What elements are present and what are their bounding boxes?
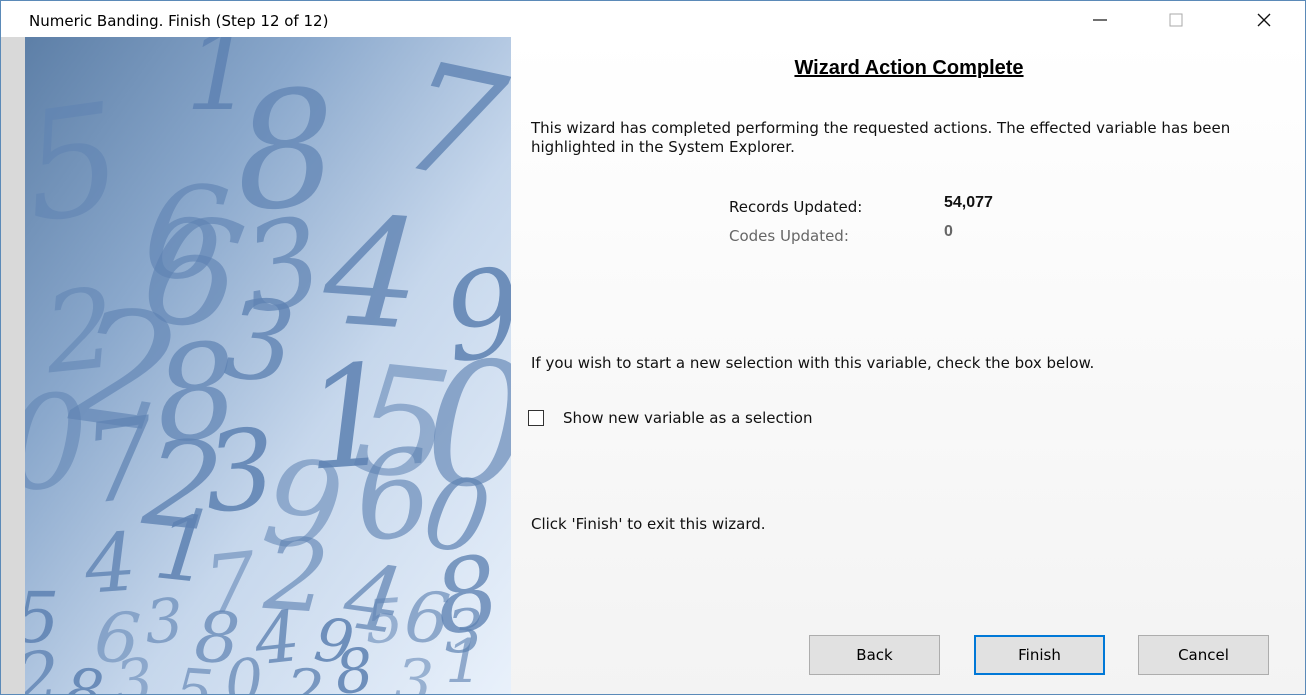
back-button[interactable]: Back	[809, 635, 940, 675]
page-title: Wizard Action Complete	[794, 57, 1024, 79]
completion-description: This wizard has completed performing the…	[531, 119, 1231, 156]
finish-button[interactable]: Finish	[974, 635, 1105, 675]
decorative-digit: 8	[331, 635, 377, 695]
maximize-icon	[1169, 13, 1183, 27]
title-bar[interactable]: Numeric Banding. Finish (Step 12 of 12)	[1, 1, 1305, 37]
selection-prompt: If you wish to start a new selection wit…	[531, 354, 1095, 372]
decorative-digit: 5	[25, 71, 133, 257]
show-selection-checkbox-label[interactable]: Show new variable as a selection	[563, 409, 812, 427]
wizard-window: Numeric Banding. Finish (Step 12 of 12) …	[0, 0, 1306, 695]
window-edge	[1, 37, 25, 694]
close-icon	[1257, 13, 1271, 27]
decorative-digit: 2	[281, 655, 327, 695]
decorative-digit: 0	[222, 645, 266, 695]
decorative-digit: 3	[220, 274, 300, 408]
wizard-content: Wizard Action Complete This wizard has c…	[511, 37, 1305, 694]
decorative-digit: 1	[445, 627, 484, 695]
finish-instruction: Click 'Finish' to exit this wizard.	[531, 515, 766, 533]
decorative-digit: 5	[172, 655, 216, 695]
numbers-banner-image: 5687126349028315072396041724856384956328…	[25, 37, 511, 695]
codes-updated-label: Codes Updated:	[729, 227, 849, 245]
maximize-button[interactable]	[1153, 5, 1199, 35]
codes-updated-value: 0	[944, 223, 953, 240]
decorative-digit: 8	[61, 655, 107, 695]
close-button[interactable]	[1241, 5, 1287, 35]
minimize-button[interactable]	[1077, 5, 1123, 35]
decorative-digit: 2	[25, 635, 63, 695]
decorative-digit: 1	[185, 37, 255, 135]
records-updated-label: Records Updated:	[729, 198, 863, 216]
decorative-digit: 3	[111, 645, 157, 695]
minimize-icon	[1093, 19, 1107, 21]
decorative-digit: 3	[392, 645, 436, 695]
window-title: Numeric Banding. Finish (Step 12 of 12)	[29, 12, 329, 30]
cancel-button[interactable]: Cancel	[1138, 635, 1269, 675]
records-updated-value: 54,077	[944, 194, 993, 211]
show-selection-checkbox[interactable]	[528, 410, 544, 426]
